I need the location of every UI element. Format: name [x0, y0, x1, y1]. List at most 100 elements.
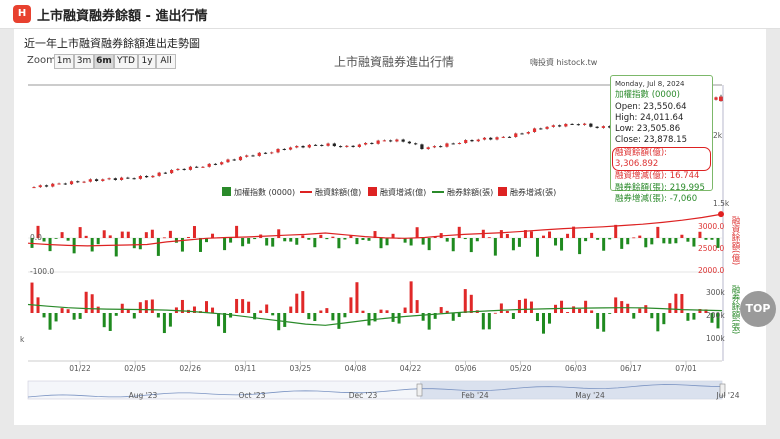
margin-change-bar — [421, 238, 425, 245]
candle-body — [482, 137, 487, 140]
short-change-bar — [674, 293, 678, 313]
margin-change-bar — [391, 233, 395, 238]
candle-body — [457, 143, 462, 145]
margin-change-bar — [445, 238, 449, 242]
margin-change-bar — [295, 238, 299, 245]
margin-change-bar — [301, 235, 305, 238]
margin-change-bar — [54, 238, 58, 239]
margin-change-bar — [463, 238, 467, 240]
candle-body — [270, 152, 274, 154]
candle-body — [76, 181, 80, 183]
margin-change-bar — [710, 238, 714, 240]
candle-body — [145, 175, 149, 178]
legend-margin-balance[interactable]: 融資餘額(億) — [300, 187, 361, 198]
margin-change-bar — [517, 238, 521, 247]
short-change-bar — [259, 310, 263, 313]
margin-change-bar — [102, 230, 106, 238]
tooltip-short-change: 融券增減(張): -7,060 — [615, 193, 698, 204]
x-tick-label: 01/22 — [69, 364, 91, 373]
margin-change-bar — [596, 238, 600, 240]
margin-change-bar — [319, 234, 323, 238]
short-change-bar — [367, 313, 371, 326]
margin-change-bar — [626, 238, 630, 245]
margin-change-bar — [566, 233, 570, 238]
short-change-bar — [72, 313, 76, 320]
legend-short-balance[interactable]: 融券餘額(張) — [432, 187, 493, 198]
legend-short-change[interactable]: 融券增減(張) — [498, 187, 556, 198]
short-change-bar — [343, 313, 347, 318]
candle-body — [470, 140, 474, 142]
short-change-bar — [205, 301, 209, 313]
candle-body — [263, 152, 268, 154]
candle-body — [313, 144, 318, 146]
margin-change-bar — [90, 238, 94, 252]
tooltip-series-name: 加權指數 (0000) — [615, 90, 680, 101]
stock-chart[interactable]: 01/22 02/05 02/26 03/11 03/25 04/08 04/22 05/06… — [0, 0, 780, 439]
candle-body — [364, 142, 368, 145]
legend-margin-change[interactable]: 融資增減(億) — [368, 187, 426, 198]
candle-body — [63, 183, 67, 185]
short-change-bar — [463, 289, 467, 313]
short-change-bar — [132, 313, 136, 319]
candle-body — [207, 163, 211, 167]
margin-change-bar — [235, 225, 239, 238]
margin-change-bar — [355, 238, 359, 245]
short-change-bar — [662, 313, 666, 325]
margin-change-bar — [96, 238, 100, 245]
short-change-bar — [469, 294, 473, 313]
back-to-top-button[interactable]: TOP — [740, 291, 776, 327]
candle-body — [182, 168, 186, 170]
candle-body — [376, 140, 380, 144]
margin-change-bar — [548, 231, 552, 238]
margin-change-bar — [307, 238, 311, 240]
price-axis-label: 2k — [713, 131, 723, 140]
short-change-bar — [415, 300, 419, 313]
margin-change-bar — [493, 238, 497, 256]
candle-body — [545, 126, 549, 129]
candle-body — [201, 166, 205, 168]
short-change-bar — [289, 306, 293, 313]
margin-change-bar — [283, 238, 287, 242]
short-change-bar — [156, 313, 160, 318]
legend-swatch-icon — [368, 187, 377, 196]
margin-change-bar — [144, 232, 148, 238]
short-change-bar — [277, 313, 281, 331]
short-change-bar — [566, 312, 570, 313]
short-change-bar — [590, 310, 594, 313]
candle-body — [439, 146, 443, 148]
candle-body — [432, 146, 437, 148]
candle-body — [389, 140, 393, 142]
short-change-bar — [48, 313, 52, 330]
legend-index[interactable]: 加權指數 (0000) — [222, 187, 295, 198]
candle-body — [157, 172, 161, 176]
margin-change-bar — [138, 238, 142, 250]
x-tick-label: 06/17 — [620, 364, 642, 373]
margin-change-bar — [541, 235, 545, 238]
short-change-bar — [650, 313, 654, 319]
margin-change-bar — [186, 236, 190, 238]
margin-change-bar — [265, 238, 269, 246]
margin-change-bar — [505, 233, 509, 238]
margin-change-bar — [560, 238, 564, 251]
short-change-bar — [108, 313, 112, 331]
margin-change-bar — [156, 238, 160, 256]
candle-body — [539, 128, 543, 130]
short-change-bar — [457, 313, 461, 317]
short-change-axis-label: k — [20, 335, 25, 344]
margin-change-bar — [271, 238, 275, 247]
short-change-bar — [162, 313, 166, 334]
candle-body — [188, 166, 193, 170]
short-change-bar — [241, 299, 245, 313]
short-change-bar — [144, 300, 148, 313]
candle-body — [564, 123, 568, 127]
short-change-bar — [614, 297, 618, 313]
x-tick-label: 04/08 — [345, 364, 367, 373]
margin-change-bar — [427, 238, 431, 251]
short-change-bar — [481, 313, 485, 330]
margin-change-bar — [168, 230, 172, 238]
margin-change-bar — [223, 238, 227, 251]
short-change-bar — [505, 310, 509, 313]
short-change-bar — [656, 313, 660, 332]
margin-change-bar — [277, 229, 281, 238]
short-change-bar — [427, 313, 431, 330]
